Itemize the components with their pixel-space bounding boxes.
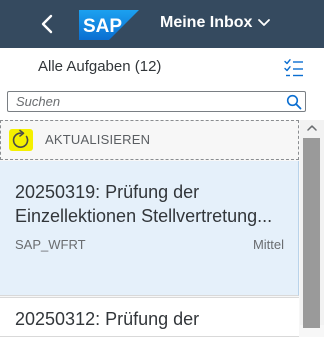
checklist-icon[interactable]	[284, 58, 304, 78]
search-input[interactable]	[12, 92, 280, 111]
search-field[interactable]	[7, 91, 306, 112]
task-item[interactable]: 20250319: Prüfung der Einzellektionen St…	[0, 161, 299, 296]
task-list: AKTUALISIEREN 20250319: Prüfung der Einz…	[0, 120, 300, 337]
app-title-menu[interactable]: Meine Inbox	[160, 14, 271, 32]
svg-text:SAP: SAP	[83, 16, 122, 37]
refresh-icon	[12, 129, 29, 148]
app-title: Meine Inbox	[160, 14, 253, 31]
refresh-button[interactable]: AKTUALISIEREN	[0, 120, 299, 160]
task-title: 20250319: Prüfung der Einzellektionen St…	[15, 182, 273, 226]
refresh-icon-highlight	[9, 129, 33, 151]
chevron-down-icon	[258, 19, 271, 26]
chevron-left-icon[interactable]	[36, 12, 60, 36]
task-priority: Mittel	[252, 237, 284, 252]
scrollbar-thumb[interactable]	[303, 138, 320, 328]
search-bar	[0, 88, 324, 120]
task-creator: SAP_WFRT	[15, 237, 86, 252]
shell-bar: SAP Meine Inbox	[0, 0, 324, 48]
sap-logo: SAP	[79, 10, 139, 40]
task-title: 20250312: Prüfung der	[15, 309, 200, 329]
scrollbar[interactable]	[300, 120, 324, 328]
list-header: Alle Aufgaben (12)	[0, 48, 324, 88]
task-item[interactable]: 20250312: Prüfung der	[0, 297, 299, 337]
list-title: Alle Aufgaben (12)	[38, 58, 162, 75]
chevron-up-icon[interactable]	[304, 122, 320, 134]
search-icon[interactable]	[286, 94, 302, 110]
refresh-label: AKTUALISIEREN	[45, 132, 151, 147]
